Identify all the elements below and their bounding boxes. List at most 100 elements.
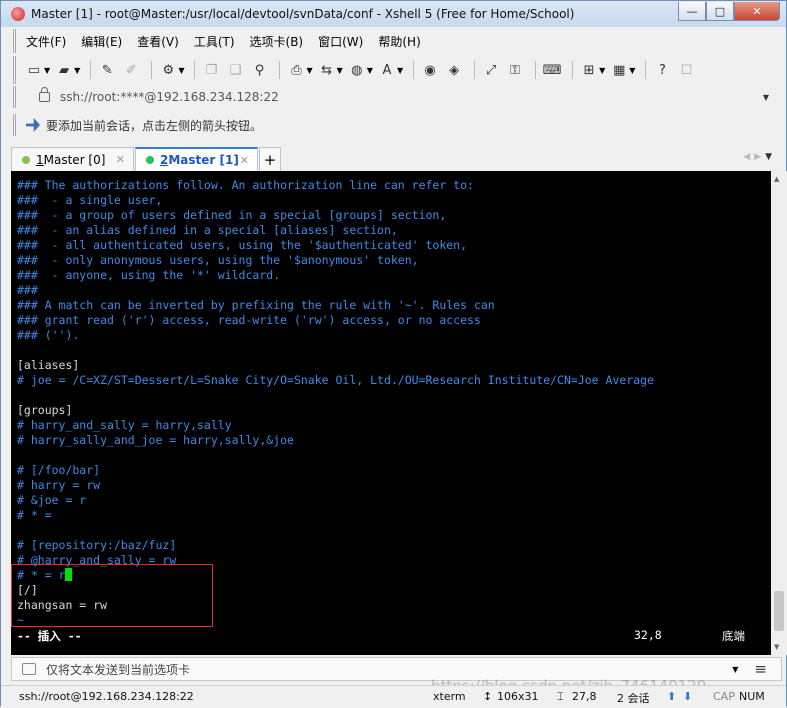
terminal-line: ### A match can be inverted by prefixing… [17, 298, 495, 312]
reconnect-icon[interactable]: ✎ [97, 60, 117, 80]
toolbar-separator [535, 61, 537, 79]
status-terminal-size: 106x31 [497, 690, 539, 703]
tab-prev-icon[interactable]: ◀ [743, 152, 754, 162]
address-bar: ssh://root:****@192.168.234.128:22 ▼ [13, 86, 782, 108]
terminal-line: ### The authorizations follow. An author… [17, 178, 474, 192]
status-cap: CAP [713, 690, 735, 703]
print-dropdown-icon[interactable]: ▼ [306, 66, 312, 75]
tab-bar: 1 Master [0] ✕ 2 Master [1] ✕ + ◀▶▼ [11, 145, 782, 171]
tab-close-icon[interactable]: ✕ [240, 154, 249, 167]
xmanager-icon[interactable]: ◈ [444, 60, 464, 80]
tab-close-icon[interactable]: ✕ [116, 153, 125, 166]
terminal-line: ### - a single user, [17, 193, 163, 207]
address-dropdown-icon[interactable]: ▼ [763, 93, 769, 102]
terminal-line: # * = [17, 508, 52, 522]
chat-icon[interactable]: ☐ [676, 60, 696, 80]
tab-navigation: ◀▶▼ [743, 152, 776, 162]
scrollbar-thumb[interactable] [774, 591, 784, 631]
paste-icon[interactable]: ❏ [225, 60, 245, 80]
terminal-line: # harry_sally_and_joe = harry,sally,&joe [17, 433, 294, 447]
vim-status-line: -- 插入 -- 32,8 底端 [17, 628, 757, 643]
font-dropdown-icon[interactable]: ▼ [397, 66, 403, 75]
menu-edit[interactable]: 编辑(E) [81, 33, 122, 50]
scroll-down-icon[interactable]: ▼ [774, 643, 779, 651]
menu-file[interactable]: 文件(F) [26, 33, 66, 50]
title-bar[interactable]: Master [1] - root@Master:/usr/local/devt… [1, 1, 786, 27]
compose-target[interactable]: 仅将文本发送到当前选项卡 [46, 661, 190, 678]
lock-screen-icon[interactable]: ⚿ [505, 60, 525, 80]
transfer-dropdown-icon[interactable]: ▼ [337, 66, 343, 75]
terminal-line: ### - an alias defined in a special [ali… [17, 223, 398, 237]
layout-icon[interactable]: ▦ [609, 60, 629, 80]
highlight-box [11, 564, 213, 627]
terminal-line: [aliases] [17, 358, 80, 372]
terminal-scrollbar[interactable]: ▲ ▼ [771, 171, 787, 655]
menu-view[interactable]: 查看(V) [137, 33, 179, 50]
print-icon[interactable]: ⎙ [286, 60, 306, 80]
find-icon[interactable]: ⚲ [249, 60, 269, 80]
new-session-dropdown-icon[interactable]: ▼ [44, 66, 50, 75]
address-field[interactable]: ssh://root:****@192.168.234.128:22 ▼ [24, 86, 770, 108]
globe-icon[interactable]: ◍ [347, 60, 367, 80]
download-icon: ⬇ [683, 690, 693, 703]
menu-help[interactable]: 帮助(H) [378, 33, 420, 50]
window-controls: — □ ✕ [678, 2, 780, 21]
fullscreen-icon[interactable]: ⤢ [481, 60, 501, 80]
globe-dropdown-icon[interactable]: ▼ [367, 66, 373, 75]
new-tab-icon[interactable]: ⊞ [579, 60, 599, 80]
vim-mode: -- 插入 -- [17, 629, 82, 643]
maximize-button[interactable]: □ [706, 2, 734, 21]
terminal-text: ### The authorizations follow. An author… [17, 178, 654, 628]
tab-list-icon[interactable]: ▼ [765, 152, 776, 162]
tab-master-1[interactable]: 2 Master [1] ✕ [135, 147, 258, 171]
new-session-icon[interactable]: ▭ [24, 60, 44, 80]
terminal-line: # [/foo/bar] [17, 463, 101, 477]
status-bar: ssh://root@192.168.234.128:22 xterm ↕ 10… [1, 685, 786, 708]
status-cursor: 27,8 [572, 690, 597, 703]
disconnect-icon[interactable]: ✐ [121, 60, 141, 80]
compose-dropdown-icon[interactable]: ▼ [732, 665, 738, 674]
terminal-line: ### - a group of users defined in a spec… [17, 208, 447, 222]
xftp-icon[interactable]: ◉ [420, 60, 440, 80]
tab-next-icon[interactable]: ▶ [754, 152, 765, 162]
size-icon: ↕ [483, 690, 493, 703]
status-terminal-type: xterm [433, 690, 466, 703]
tab-master-0[interactable]: 1 Master [0] ✕ [11, 147, 134, 171]
layout-dropdown-icon[interactable]: ▼ [629, 66, 635, 75]
cursor-icon: ⌶ [557, 690, 564, 703]
menu-tools[interactable]: 工具(T) [194, 33, 235, 50]
transfer-icon[interactable]: ⇆ [317, 60, 337, 80]
tab-label: Master [0] [43, 152, 106, 167]
toolbar: ▭ ▼ ▰ ▼ ✎ ✐ ⚙ ▼ ❐ ❏ ⚲ ⎙ ▼ ⇆ ▼ ◍ ▼ A ▼ ◉ ◈ ⤢ ⚿ ⌨… [13, 56, 782, 84]
new-tab-dropdown-icon[interactable]: ▼ [599, 66, 605, 75]
menu-tabs[interactable]: 选项卡(B) [250, 33, 304, 50]
vim-scroll-location: 底端 [722, 629, 745, 643]
toolbar-separator [90, 61, 92, 79]
compose-menu-icon[interactable]: ≡ [754, 660, 767, 678]
close-button[interactable]: ✕ [734, 2, 780, 21]
scroll-up-icon[interactable]: ▲ [774, 175, 779, 183]
properties-icon[interactable]: ⚙ [158, 60, 178, 80]
new-tab-button[interactable]: + [259, 147, 281, 171]
upload-icon: ⬆ [667, 690, 677, 703]
minimize-button[interactable]: — [678, 2, 706, 21]
open-dropdown-icon[interactable]: ▼ [74, 66, 80, 75]
terminal-screen[interactable]: ### The authorizations follow. An author… [11, 171, 771, 655]
help-icon[interactable]: ? [652, 60, 672, 80]
tab-status-dot [146, 156, 154, 164]
add-session-arrow-icon[interactable] [26, 118, 40, 132]
font-icon[interactable]: A [377, 60, 397, 80]
address-text[interactable]: ssh://root:****@192.168.234.128:22 [60, 90, 279, 104]
toolbar-separator [279, 61, 281, 79]
copy-icon[interactable]: ❐ [201, 60, 221, 80]
keyboard-icon[interactable]: ⌨ [542, 60, 562, 80]
menu-window[interactable]: 窗口(W) [318, 33, 363, 50]
properties-dropdown-icon[interactable]: ▼ [178, 66, 184, 75]
open-folder-icon[interactable]: ▰ [54, 60, 74, 80]
terminal-line: ### [17, 283, 38, 297]
lock-icon [39, 87, 50, 102]
tab-label: Master [1] [168, 153, 239, 167]
compose-icon[interactable] [22, 663, 36, 675]
